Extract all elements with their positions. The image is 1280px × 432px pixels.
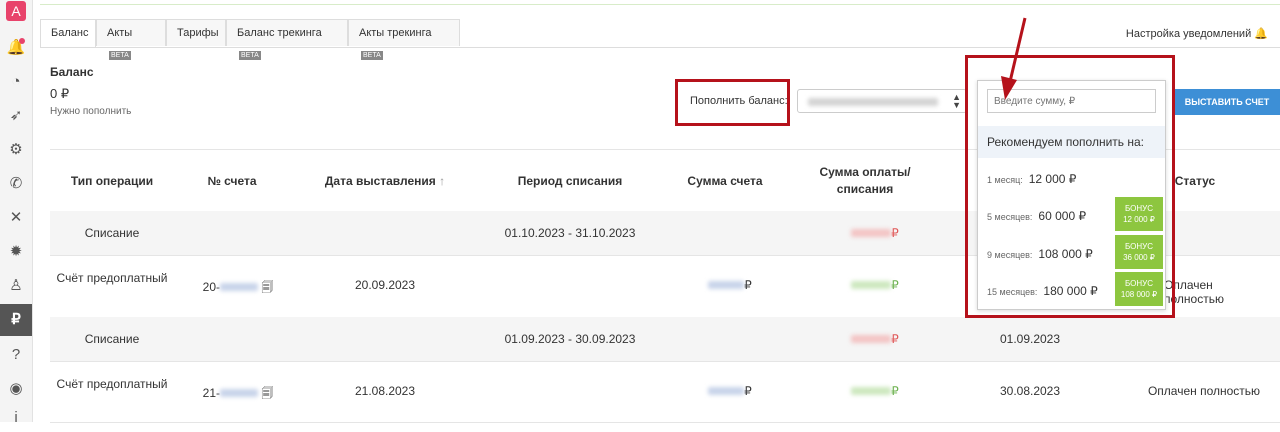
balance-title: Баланс	[50, 65, 94, 79]
notification-dot	[19, 38, 25, 44]
account-select[interactable]: ▲ ▼	[797, 89, 967, 113]
ruble-icon[interactable]: ₽	[0, 304, 32, 336]
top-border	[40, 0, 1280, 5]
issue-date: 20.09.2023	[354, 278, 416, 292]
payment-sum: ₽	[845, 332, 905, 346]
col-period[interactable]: Период списания	[470, 174, 670, 188]
status: Оплачен полностью	[1147, 384, 1261, 398]
notification-settings-link[interactable]: Настройка уведомлений 🔔	[1126, 27, 1268, 40]
tab-balance[interactable]: Баланс	[40, 19, 96, 47]
invoice-sum: ₽	[700, 384, 760, 398]
tab-tracking-acts[interactable]: Акты трекингаBETA	[348, 19, 460, 60]
beta-badge: BETA	[361, 51, 383, 60]
col-invoice-number[interactable]: № счета	[180, 174, 284, 188]
issue-invoice-button[interactable]: ВЫСТАВИТЬ СЧЕТ	[1174, 89, 1280, 115]
gear-icon[interactable]: ✹	[0, 238, 32, 266]
tab-tracking-balance[interactable]: Баланс трекингаBETA	[226, 19, 348, 60]
gears-icon[interactable]: ⚙	[0, 136, 32, 164]
info-icon[interactable]: i	[0, 404, 32, 432]
tab-acts[interactable]: АктыBETA	[96, 19, 166, 60]
blurred-value	[808, 98, 938, 106]
operation-type: Списание	[84, 332, 140, 346]
col-issue-date[interactable]: Дата выставления ↑	[310, 174, 460, 188]
select-arrows-icon: ▲ ▼	[952, 92, 961, 110]
table-row[interactable]: Списание 01.09.2023 - 30.09.2023 ₽ 01.09…	[50, 317, 1280, 362]
annotation-arrow-icon	[1001, 17, 1027, 100]
document-icon[interactable]: 🗐	[261, 280, 273, 294]
col-invoice-sum[interactable]: Сумма счета	[670, 174, 780, 188]
status: Оплачен полностью	[1164, 278, 1224, 306]
col-payment-sum[interactable]: Сумма оплаты/списания	[795, 164, 935, 198]
balance-hint: Нужно пополнить	[50, 106, 132, 117]
rocket-icon[interactable]: ➶	[0, 102, 32, 130]
bell-icon[interactable]: 🔔	[0, 34, 32, 62]
phone-icon[interactable]: ✆	[0, 170, 32, 198]
period: 01.10.2023 - 31.10.2023	[504, 226, 636, 240]
tab-tariffs[interactable]: Тарифы	[166, 19, 226, 46]
payment-date: 01.09.2023	[999, 332, 1061, 346]
issue-date: 21.08.2023	[354, 384, 416, 398]
document-icon[interactable]: 🗐	[261, 386, 273, 400]
sidebar: A 🔔 ◔ ➶ ⚙ ✆ ✕ ✹ ♙ ₽ ? ◉ i	[0, 0, 33, 426]
balance-amount: 0 ₽	[50, 86, 70, 101]
table-row[interactable]: Счёт предоплатный 21- 🗐 21.08.2023 ₽ ₽ 3…	[50, 361, 1280, 423]
operation-type: Счёт предоплатный	[56, 377, 168, 391]
invoice-number[interactable]: 20- 🗐	[198, 278, 278, 299]
tools-icon[interactable]: ✕	[0, 204, 32, 232]
help-icon[interactable]: ?	[0, 341, 32, 369]
operation-type: Списание	[84, 226, 140, 240]
sort-up-icon: ↑	[439, 174, 446, 188]
topup-label: Пополнить баланс:	[690, 95, 788, 107]
invoice-sum: ₽	[700, 278, 760, 292]
user-icon[interactable]: ◉	[0, 375, 32, 403]
invoice-number[interactable]: 21- 🗐	[198, 384, 278, 405]
payment-sum: ₽	[845, 226, 905, 240]
beta-badge: BETA	[239, 51, 261, 60]
person-icon[interactable]: ♙	[0, 272, 32, 300]
tab-bar: Баланс АктыBETA Тарифы Баланс трекингаBE…	[40, 19, 1280, 60]
payment-sum: ₽	[845, 384, 905, 398]
app-logo[interactable]: A	[6, 1, 26, 21]
beta-badge: BETA	[109, 51, 131, 60]
payment-date: 30.08.2023	[999, 384, 1061, 398]
operation-type: Счёт предоплатный	[56, 271, 168, 285]
payment-sum: ₽	[845, 278, 905, 292]
bell-icon: 🔔	[1254, 28, 1268, 40]
period: 01.09.2023 - 30.09.2023	[504, 332, 636, 346]
col-operation-type[interactable]: Тип операции	[50, 174, 174, 188]
speedometer-icon[interactable]: ◔	[0, 68, 32, 96]
